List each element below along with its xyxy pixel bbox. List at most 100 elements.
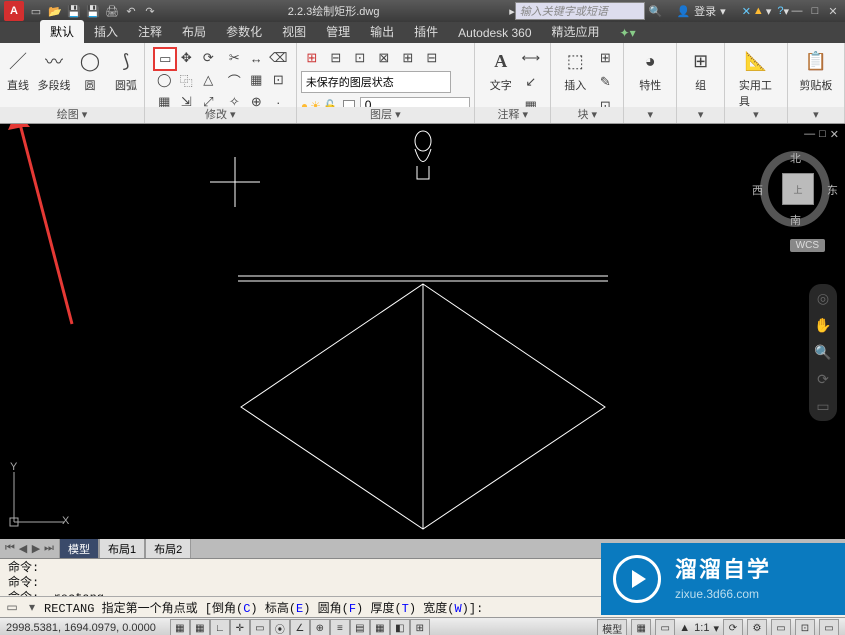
clean-button[interactable]: ▭ [819,619,839,635]
copy-button[interactable]: ⿻ [175,69,197,91]
move-button[interactable]: ✥ [175,47,197,69]
tab-model[interactable]: 模型 [59,538,99,560]
scale-caret[interactable]: ▾ [713,622,719,635]
nav-orbit-icon[interactable]: ⟳ [817,371,829,388]
redo-icon[interactable]: ↷ [142,3,158,19]
layeriso-button[interactable]: ⊟ [325,47,347,69]
insert-block-button[interactable]: ⬚插入 [558,47,592,93]
annoscale-icon[interactable]: ▲ [679,622,690,634]
layerlk-button[interactable]: ⊞ [397,47,419,69]
array-button[interactable]: ▦ [245,69,267,91]
tab-manage[interactable]: 管理 [316,20,360,43]
panel-anno-title[interactable]: 注释 ▾ [475,107,550,123]
tab-view[interactable]: 视图 [272,20,316,43]
panel-group-title[interactable]: ▾ [677,107,724,123]
tab-layout1[interactable]: 布局1 [99,538,145,560]
save-icon[interactable]: 💾 [66,3,82,19]
new-icon[interactable]: ▭ [28,3,44,19]
leader-button[interactable]: ↙ [520,71,542,93]
layeron-button[interactable]: ⊡ [349,47,371,69]
tran-button[interactable]: ▤ [350,619,370,635]
grid-toggle[interactable]: ▦ [631,619,651,635]
undo-icon[interactable]: ↶ [123,3,139,19]
ws-button[interactable]: ⚙ [747,619,767,635]
am-button[interactable]: ⊞ [410,619,430,635]
saveas-icon[interactable]: 💾 [85,3,101,19]
panel-block-title[interactable]: 块 ▾ [551,107,623,123]
vp-minimize[interactable]: — [804,128,815,141]
modelspace-button[interactable]: 模型 [597,619,627,635]
erase-button[interactable]: ⌫ [267,47,289,69]
arc-button[interactable]: ⟆圆弧 [109,47,143,93]
tab-next[interactable]: ▶ [30,542,42,555]
circle-button[interactable]: ◯圆 [73,47,107,93]
line-button[interactable]: ／直线 [1,47,35,93]
paste-button[interactable]: 📋剪贴板 [799,47,833,93]
otrack-button[interactable]: ⦿ [270,619,290,635]
panel-util-title[interactable]: ▾ [725,107,787,123]
lwt-button[interactable]: ≡ [330,619,350,635]
open-icon[interactable]: 📂 [47,3,63,19]
plot-icon[interactable]: 🖨 [104,3,120,19]
layerfr-button[interactable]: ⊠ [373,47,395,69]
tab-output[interactable]: 输出 [360,20,404,43]
panel-layer-title[interactable]: 图层 ▾ [297,107,475,123]
a360-icon[interactable]: ▲ [753,5,764,17]
tab-layout[interactable]: 布局 [172,20,216,43]
layermatch-button[interactable]: ⊟ [421,47,443,69]
viewcube-face[interactable]: 上 [782,173,814,205]
vp-maximize[interactable]: □ [819,128,826,141]
create-block-button[interactable]: ⊞ [594,47,616,69]
panel-modify-title[interactable]: 修改 ▾ [145,107,296,123]
minimize-button[interactable]: — [789,5,805,18]
search-input[interactable]: 输入关键字或短语 [515,2,645,20]
rectangle-button[interactable]: ▭ [153,47,177,71]
exchange-caret[interactable]: ▾ [766,5,772,18]
annosync-button[interactable]: ⟳ [723,619,743,635]
grid-button[interactable]: ▦ [190,619,210,635]
panel-prop-title[interactable]: ▾ [624,107,676,123]
polar-button[interactable]: ✛ [230,619,250,635]
ducs-button[interactable]: ∠ [290,619,310,635]
coords-readout[interactable]: 2998.5381, 1694.0979, 0.0000 [6,622,156,634]
search-icon[interactable]: 🔍 [649,5,663,18]
osnap-button[interactable]: ▭ [250,619,270,635]
group-button[interactable]: ⊞组 [684,47,718,93]
viewcube[interactable]: 上 北 南 东 西 [760,154,830,224]
iso-button[interactable]: ⊡ [795,619,815,635]
ellipse-button[interactable]: ◯ [153,69,175,91]
tab-param[interactable]: 参数化 [216,20,272,43]
snap-button[interactable]: ▦ [170,619,190,635]
tab-prev[interactable]: ◀ [17,542,29,555]
tab-annotate[interactable]: 注释 [128,20,172,43]
scale-label[interactable]: 1:1 [694,622,709,634]
util-button[interactable]: 📐实用工具 [739,47,773,109]
tab-first[interactable]: ⏮ [4,542,16,555]
login-button[interactable]: 👤 登录 ▾ [676,3,725,19]
rotate-button[interactable]: ⟳ [197,47,219,69]
tab-a360[interactable]: Autodesk 360 [448,23,541,43]
drawing-canvas[interactable]: Y X — □ ✕ 上 北 南 东 西 WCS ◎ ✋ 🔍 ⟳ ▭ [0,124,845,539]
dim-linear-button[interactable]: ⟷ [520,47,542,69]
qp-button[interactable]: ▦ [370,619,390,635]
nav-showmotion-icon[interactable]: ▭ [816,398,829,415]
vp-close[interactable]: ✕ [830,128,839,141]
trim-button[interactable]: ✂ [223,47,245,69]
properties-button[interactable]: ◕特性 [633,47,667,93]
ortho-button[interactable]: ∟ [210,619,230,635]
nav-zoom-icon[interactable]: 🔍 [814,344,831,361]
text-button[interactable]: A文字 [484,47,518,93]
mirror-button[interactable]: △ [197,69,219,91]
maximize-button[interactable]: □ [807,5,823,18]
sc-button[interactable]: ◧ [390,619,410,635]
tab-insert[interactable]: 插入 [84,20,128,43]
polyline-button[interactable]: 〰多段线 [37,47,71,93]
maximize-vp[interactable]: ▭ [655,619,675,635]
dyn-button[interactable]: ⊕ [310,619,330,635]
tab-layout2[interactable]: 布局2 [145,538,191,560]
fillet-button[interactable]: ⌒ [223,69,245,91]
hw-button[interactable]: ▭ [771,619,791,635]
offset-button[interactable]: ⊡ [267,69,289,91]
nav-wheel-icon[interactable]: ◎ [817,290,829,307]
tab-default[interactable]: 默认 [40,20,84,43]
